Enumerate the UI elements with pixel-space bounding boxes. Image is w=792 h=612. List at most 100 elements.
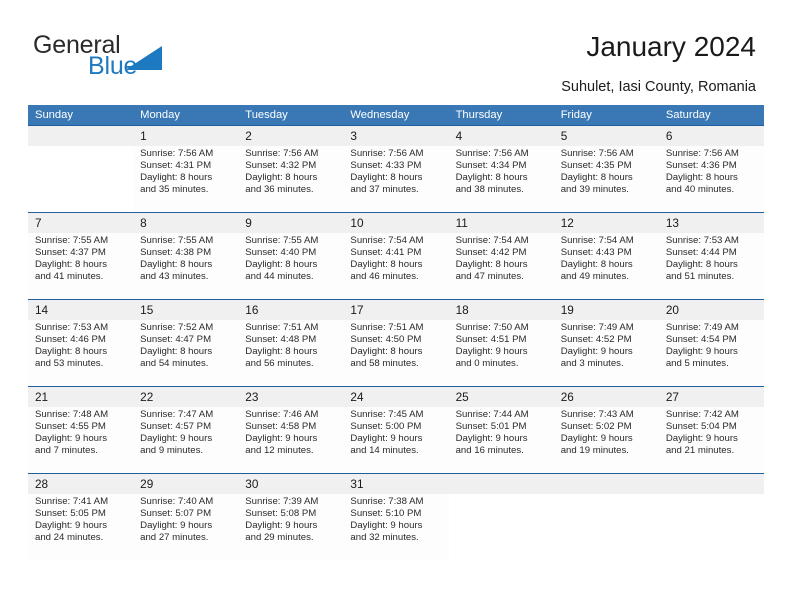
day-cell[interactable]: Sunrise: 7:44 AM Sunset: 5:01 PM Daylight:…: [448, 407, 554, 473]
day-number[interactable]: 1: [133, 126, 239, 146]
day-detail-row: Sunrise: 7:41 AM Sunset: 5:05 PM Daylight:…: [28, 494, 764, 560]
day-cell[interactable]: Sunrise: 7:53 AM Sunset: 4:44 PM Daylight:…: [658, 233, 764, 299]
day-number[interactable]: 31: [343, 474, 449, 494]
day-cell[interactable]: Sunrise: 7:55 AM Sunset: 4:37 PM Daylight:…: [28, 233, 134, 299]
day-number[interactable]: 17: [343, 300, 449, 320]
day-cell[interactable]: Sunrise: 7:39 AM Sunset: 5:08 PM Daylight:…: [238, 494, 344, 560]
day-number[interactable]: 19: [553, 300, 659, 320]
day-cell[interactable]: Sunrise: 7:55 AM Sunset: 4:38 PM Daylight:…: [133, 233, 239, 299]
sunset-text: Sunset: 4:33 PM: [350, 160, 422, 172]
day-cell[interactable]: Sunrise: 7:51 AM Sunset: 4:48 PM Daylight:…: [238, 320, 344, 386]
day-cell[interactable]: Sunrise: 7:48 AM Sunset: 4:55 PM Daylight:…: [28, 407, 134, 473]
daylight-text: Daylight: 9 hours: [140, 520, 213, 532]
daylight-text: Daylight: 9 hours: [665, 346, 738, 358]
sunset-text: Sunset: 5:01 PM: [455, 421, 527, 433]
day-number[interactable]: 3: [343, 126, 449, 146]
day-cell[interactable]: Sunrise: 7:52 AM Sunset: 4:47 PM Daylight:…: [133, 320, 239, 386]
day-number[interactable]: 12: [553, 213, 659, 233]
day-cell[interactable]: Sunrise: 7:41 AM Sunset: 5:05 PM Daylight:…: [28, 494, 134, 560]
day-number[interactable]: 2: [238, 126, 344, 146]
day-number[interactable]: 13: [658, 213, 764, 233]
day-cell[interactable]: Sunrise: 7:56 AM Sunset: 4:34 PM Daylight:…: [448, 146, 554, 212]
sunset-text: Sunset: 4:47 PM: [140, 334, 212, 346]
day-number[interactable]: 9: [238, 213, 344, 233]
calendar-body: 1 2 3 4 5 6 Sunrise: 7:56 AM Sunset: 4:31 PM Day…: [28, 125, 764, 560]
day-number[interactable]: 22: [133, 387, 239, 407]
day-cell[interactable]: Sunrise: 7:54 AM Sunset: 4:41 PM Daylight:…: [343, 233, 449, 299]
daylight-text-cont: and 12 minutes.: [245, 445, 314, 457]
day-cell[interactable]: Sunrise: 7:49 AM Sunset: 4:54 PM Daylight:…: [658, 320, 764, 386]
daylight-text-cont: and 0 minutes.: [455, 358, 519, 370]
sunrise-text: Sunrise: 7:51 AM: [350, 322, 424, 333]
page-title: January 2024: [586, 31, 756, 62]
daylight-text: Daylight: 8 hours: [665, 259, 738, 271]
day-cell-empty: [553, 494, 659, 560]
day-cell[interactable]: Sunrise: 7:56 AM Sunset: 4:31 PM Daylight:…: [133, 146, 239, 212]
day-cell[interactable]: Sunrise: 7:56 AM Sunset: 4:32 PM Daylight:…: [238, 146, 344, 212]
calendar-table: Sunday Monday Tuesday Wednesday Thursday Frid…: [28, 105, 764, 560]
daylight-text-cont: and 46 minutes.: [350, 271, 419, 283]
day-number[interactable]: 25: [448, 387, 554, 407]
day-cell[interactable]: Sunrise: 7:56 AM Sunset: 4:36 PM Daylight:…: [658, 146, 764, 212]
day-number[interactable]: 18: [448, 300, 554, 320]
daylight-text: Daylight: 9 hours: [35, 520, 107, 532]
weekday-header-saturday: Saturday: [658, 105, 764, 125]
day-number[interactable]: 7: [28, 213, 134, 233]
sunset-text: Sunset: 4:37 PM: [35, 247, 106, 259]
day-number[interactable]: 11: [448, 213, 554, 233]
daylight-text-cont: and 56 minutes.: [245, 358, 314, 370]
day-cell[interactable]: Sunrise: 7:45 AM Sunset: 5:00 PM Daylight:…: [343, 407, 449, 473]
day-number[interactable]: 21: [28, 387, 134, 407]
day-number[interactable]: 16: [238, 300, 344, 320]
daylight-text: Daylight: 9 hours: [560, 346, 633, 358]
page-subtitle: Suhulet, Iasi County, Romania: [561, 79, 756, 95]
day-cell[interactable]: Sunrise: 7:49 AM Sunset: 4:52 PM Daylight:…: [553, 320, 659, 386]
daylight-text: Daylight: 8 hours: [455, 259, 528, 271]
day-cell[interactable]: Sunrise: 7:40 AM Sunset: 5:07 PM Daylight:…: [133, 494, 239, 560]
day-number[interactable]: 28: [28, 474, 134, 494]
day-number[interactable]: 29: [133, 474, 239, 494]
day-cell[interactable]: Sunrise: 7:42 AM Sunset: 5:04 PM Daylight:…: [658, 407, 764, 473]
sunset-text: Sunset: 4:51 PM: [455, 334, 527, 346]
day-cell[interactable]: Sunrise: 7:50 AM Sunset: 4:51 PM Daylight:…: [448, 320, 554, 386]
sunset-text: Sunset: 5:02 PM: [560, 421, 632, 433]
day-cell[interactable]: Sunrise: 7:55 AM Sunset: 4:40 PM Daylight:…: [238, 233, 344, 299]
day-number[interactable]: 23: [238, 387, 344, 407]
day-number[interactable]: 24: [343, 387, 449, 407]
day-number[interactable]: 30: [238, 474, 344, 494]
sunrise-text: Sunrise: 7:55 AM: [245, 235, 319, 246]
day-cell[interactable]: Sunrise: 7:53 AM Sunset: 4:46 PM Daylight:…: [28, 320, 134, 386]
day-cell[interactable]: Sunrise: 7:56 AM Sunset: 4:33 PM Daylight:…: [343, 146, 449, 212]
day-cell[interactable]: Sunrise: 7:56 AM Sunset: 4:35 PM Daylight:…: [553, 146, 659, 212]
day-number[interactable]: 20: [658, 300, 764, 320]
day-number[interactable]: 15: [133, 300, 239, 320]
sunrise-text: Sunrise: 7:46 AM: [245, 409, 319, 420]
daylight-text-cont: and 16 minutes.: [455, 445, 524, 457]
day-number[interactable]: 26: [553, 387, 659, 407]
day-number[interactable]: 14: [28, 300, 134, 320]
day-cell[interactable]: Sunrise: 7:46 AM Sunset: 4:58 PM Daylight:…: [238, 407, 344, 473]
day-cell[interactable]: Sunrise: 7:54 AM Sunset: 4:42 PM Daylight:…: [448, 233, 554, 299]
sunrise-text: Sunrise: 7:56 AM: [665, 148, 739, 159]
day-cell[interactable]: Sunrise: 7:51 AM Sunset: 4:50 PM Daylight:…: [343, 320, 449, 386]
day-number[interactable]: 8: [133, 213, 239, 233]
daylight-text-cont: and 27 minutes.: [140, 532, 209, 544]
day-number[interactable]: 5: [553, 126, 659, 146]
sunset-text: Sunset: 4:36 PM: [665, 160, 737, 172]
day-cell[interactable]: Sunrise: 7:54 AM Sunset: 4:43 PM Daylight:…: [553, 233, 659, 299]
day-number[interactable]: 10: [343, 213, 449, 233]
daylight-text: Daylight: 9 hours: [665, 433, 738, 445]
day-number-empty: [448, 474, 554, 494]
daylight-text-cont: and 40 minutes.: [665, 184, 735, 196]
day-cell[interactable]: Sunrise: 7:43 AM Sunset: 5:02 PM Daylight:…: [553, 407, 659, 473]
daylight-text: Daylight: 8 hours: [455, 172, 528, 184]
sunrise-text: Sunrise: 7:56 AM: [455, 148, 529, 159]
daylight-text-cont: and 44 minutes.: [245, 271, 314, 283]
day-number[interactable]: 4: [448, 126, 554, 146]
day-number[interactable]: 27: [658, 387, 764, 407]
daylight-text: Daylight: 8 hours: [560, 172, 633, 184]
day-cell[interactable]: Sunrise: 7:38 AM Sunset: 5:10 PM Daylight:…: [343, 494, 449, 560]
day-number[interactable]: 6: [658, 126, 764, 146]
day-detail-row: Sunrise: 7:53 AM Sunset: 4:46 PM Daylight:…: [28, 320, 764, 386]
day-cell[interactable]: Sunrise: 7:47 AM Sunset: 4:57 PM Daylight:…: [133, 407, 239, 473]
